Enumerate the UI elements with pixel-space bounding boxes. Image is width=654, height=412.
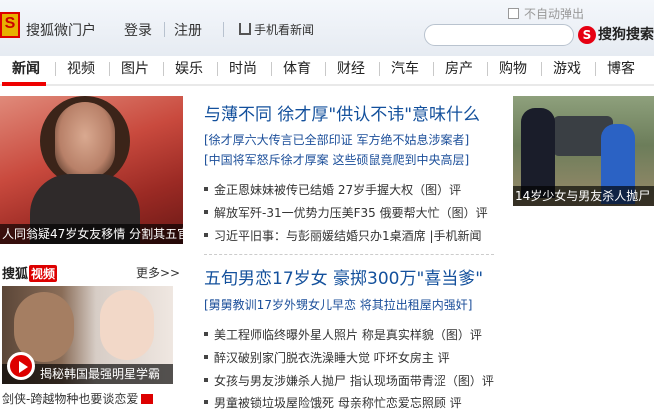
nav-divider [541, 62, 542, 76]
sogou-search-button[interactable]: S 搜狗搜索 [578, 24, 654, 44]
section-divider [204, 254, 494, 255]
divider [223, 22, 224, 37]
nav-divider [595, 62, 596, 76]
video-section-title[interactable]: 搜狐 视频 [2, 263, 58, 282]
video-header: 搜狐 视频 更多>> [0, 262, 183, 282]
nav-divider [217, 62, 218, 76]
news-text: 男童被锁垃圾屋险饿死 母亲称忙恋爱忘照顾 评 [214, 396, 462, 410]
nav-item-video[interactable]: 视频 [67, 58, 95, 78]
mobile-news-link[interactable]: 手机看新闻 [239, 21, 314, 38]
nav-item-photos[interactable]: 图片 [121, 58, 149, 78]
register-link[interactable]: 注册 [174, 20, 202, 40]
news-text: 美工程师临终曝外星人照片 称是真实样貌（图）评 [214, 328, 482, 342]
nav-item-sports[interactable]: 体育 [283, 58, 311, 78]
download-icon [239, 23, 251, 35]
video-sub-label: 剑侠-跨越物种也要谈恋爱 [2, 392, 139, 406]
subheadline-1b[interactable]: [中国将军怒斥徐才厚案 这些硕鼠竟爬到中央高层] [204, 151, 469, 168]
news-text: 女孩与男友涉嫌杀人抛尸 指认现场面带青涩（图）评 [214, 374, 494, 388]
video-badge: 视频 [29, 265, 58, 282]
bullet-icon [204, 210, 208, 214]
nav-divider [433, 62, 434, 76]
news-text: 习近平旧事：与彭丽媛结婚只办1桌酒席 |手机新闻 [214, 229, 482, 243]
bullet-icon [204, 233, 208, 237]
video-badge-icon [141, 394, 154, 404]
nav-item-games[interactable]: 游戏 [553, 58, 581, 78]
headline-2[interactable]: 五旬男恋17岁女 豪掷300万"喜当爹" [204, 264, 483, 289]
news-text: 解放军歼-31一优势力压美F35 俄要帮大忙（图）评 [214, 206, 488, 220]
sogou-logo-icon: S [578, 26, 596, 44]
nav-divider [487, 62, 488, 76]
bullet-icon [204, 378, 208, 382]
auto-popup-label: 不自动弹出 [524, 7, 585, 21]
search-input[interactable] [424, 24, 574, 46]
thumbnail-woman [100, 290, 154, 360]
nav-divider [325, 62, 326, 76]
nav-item-fashion[interactable]: 时尚 [229, 58, 257, 78]
news-item[interactable]: 女孩与男友涉嫌杀人抛尸 指认现场面带青涩（图）评 [204, 372, 494, 389]
video-brand: 搜狐 [2, 267, 29, 282]
subheadline-2a[interactable]: [舅舅教训17岁外甥女儿早恋 将其拉出租屋内强奸] [204, 296, 472, 313]
bullet-icon [204, 187, 208, 191]
subheadline-1a[interactable]: [徐才厚六大传言已全部印证 军方绝不姑息涉案者] [204, 131, 469, 148]
bullet-icon [204, 355, 208, 359]
nav-underline [0, 84, 654, 86]
nav-item-news[interactable]: 新闻 [12, 58, 40, 78]
nav-divider [55, 62, 56, 76]
nav-item-blog[interactable]: 博客 [607, 58, 635, 78]
nav-divider [163, 62, 164, 76]
headline-photo[interactable] [0, 96, 183, 244]
play-icon[interactable] [7, 352, 35, 380]
news-item[interactable]: 解放军歼-31一优势力压美F35 俄要帮大忙（图）评 [204, 204, 488, 221]
news-text: 醉汉破别家门脱衣洗澡睡大觉 吓坏女房主 评 [214, 351, 450, 365]
sohu-logo-icon[interactable]: S [0, 12, 20, 38]
headline-photo-caption[interactable]: 人同翁疑47岁女友移情 分割其五官 [0, 224, 183, 244]
nav-item-shopping[interactable]: 购物 [499, 58, 527, 78]
nav-divider [109, 62, 110, 76]
video-sub-link[interactable]: 剑侠-跨越物种也要谈恋爱 [2, 390, 154, 407]
news-item[interactable]: 美工程师临终曝外星人照片 称是真实样貌（图）评 [204, 326, 482, 343]
nav-item-auto[interactable]: 汽车 [391, 58, 419, 78]
headline-1[interactable]: 与薄不同 徐才厚"供认不讳"意味什么 [204, 100, 480, 125]
bullet-icon [204, 332, 208, 336]
login-link[interactable]: 登录 [124, 20, 152, 40]
nav-item-finance[interactable]: 财经 [337, 58, 365, 78]
auto-popup-toggle[interactable]: 不自动弹出 [508, 5, 584, 22]
bullet-icon [204, 400, 208, 404]
photo-face-blurred [55, 102, 115, 178]
news-text: 金正恩妹妹被传已结婚 27岁手握大权（图）评 [214, 183, 462, 197]
video-more-link[interactable]: 更多>> [136, 264, 180, 281]
nav-divider [379, 62, 380, 76]
nav-item-entertainment[interactable]: 娱乐 [175, 58, 203, 78]
sogou-search-label: 搜狗搜索 [598, 27, 654, 43]
news-item[interactable]: 醉汉破别家门脱衣洗澡睡大觉 吓坏女房主 评 [204, 349, 450, 366]
news-item[interactable]: 男童被锁垃圾屋险饿死 母亲称忙恋爱忘照顾 评 [204, 394, 462, 411]
checkbox-icon[interactable] [508, 8, 519, 19]
news-item[interactable]: 金正恩妹妹被传已结婚 27岁手握大权（图）评 [204, 181, 461, 198]
photo-police [521, 108, 555, 198]
nav-divider [271, 62, 272, 76]
portal-title[interactable]: 搜狐微门户 [26, 20, 96, 40]
main-nav: 新闻 视频 图片 娱乐 时尚 体育 财经 汽车 房产 购物 游戏 博客 [0, 56, 654, 82]
mobile-news-label: 手机看新闻 [254, 23, 315, 37]
news-item[interactable]: 习近平旧事：与彭丽媛结婚只办1桌酒席 |手机新闻 [204, 227, 482, 244]
nav-item-realestate[interactable]: 房产 [445, 58, 473, 78]
side-photo-caption[interactable]: 14岁少女与男友杀人抛尸 [513, 186, 654, 206]
divider [164, 22, 165, 37]
nav-active-indicator [2, 82, 46, 86]
